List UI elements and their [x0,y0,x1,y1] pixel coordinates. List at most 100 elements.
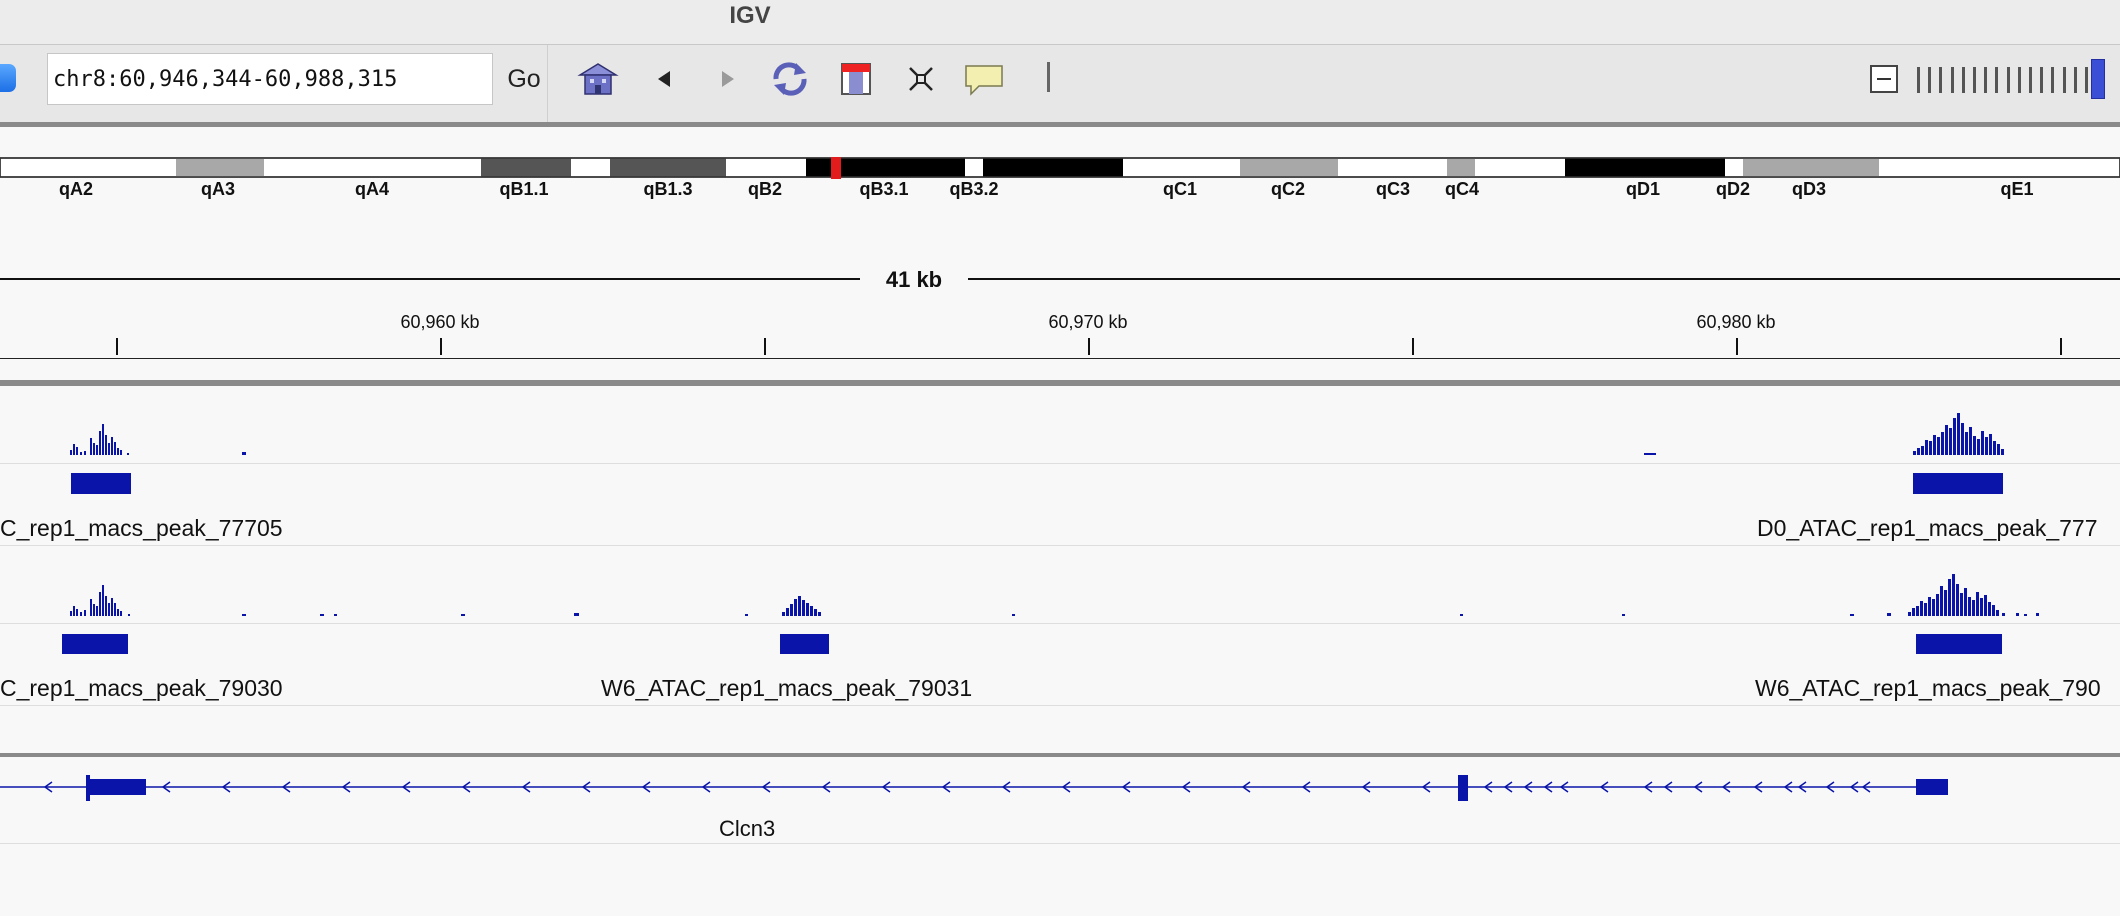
popup-info-button[interactable] [962,59,1006,99]
zoom-tick [1939,67,1943,93]
zoom-tick [1995,67,1999,93]
gene-label: Clcn3 [719,816,776,841]
arrow-right-icon [722,71,734,87]
zoom-tick [2051,67,2055,93]
zoom-tick [1973,67,1976,93]
data-panel: qA2 qA3 qA4 qB1.1 qB1.3 qB2 qB3.1 qB3.2 … [0,127,2120,916]
ruler-tick [2060,338,2062,355]
peak-label: D0_ATAC_rep1_macs_peak_777 [1757,515,2098,541]
band-label: qC3 [1375,179,1411,199]
speech-balloon-icon [965,65,1003,96]
peak-feature [780,634,829,654]
band-label: qC4 [1444,179,1480,199]
gene-track[interactable] [0,765,2120,825]
band-label: qC1 [1162,179,1198,199]
band-label: qD1 [1625,179,1661,199]
band-label: qE1 [2000,179,2034,199]
track-row-divider [0,623,2120,624]
band-label: qB2 [747,179,783,199]
back-button[interactable] [642,59,686,99]
peak-feature [71,473,131,494]
refresh-icon [773,62,807,96]
ruler-tick [764,338,766,355]
track-row-divider [0,843,2120,844]
band-label: qB3.2 [949,179,999,199]
zoom-tick [1950,67,1954,93]
zoom-tick [1984,67,1988,93]
track-row-divider [0,463,2120,464]
peak-feature [62,634,128,654]
peak-label: W6_ATAC_rep1_macs_peak_790 [1755,675,2101,701]
zoom-tick [2040,67,2044,93]
zoom-out-button[interactable] [1870,65,1898,93]
go-button[interactable]: Go [499,53,549,105]
exon [88,779,146,795]
exon [1458,775,1468,801]
resize-button[interactable] [899,59,943,99]
zoom-slider-thumb[interactable] [2091,59,2105,99]
forward-button[interactable] [706,59,750,99]
ruler-tick [440,338,442,355]
genome-dropdown[interactable] [0,64,16,92]
zoom-tick [1928,67,1932,93]
band-label: qA3 [200,179,236,199]
ruler-tick [1412,338,1414,355]
fit-window-icon [909,67,933,91]
peak-label: C_rep1_macs_peak_77705 [0,515,283,541]
band-label: qD2 [1715,179,1751,199]
exon [1916,779,1948,795]
ruler-baseline [0,358,2120,359]
title-bar: IGV [0,0,2120,45]
band-label: qB1.1 [499,179,549,199]
band-label: qD3 [1791,179,1827,199]
zoom-tick [1961,67,1965,93]
d0-signal-bars [70,413,2004,455]
band-label: qA2 [58,179,94,199]
current-region-marker [831,157,841,179]
band-label: qC2 [1270,179,1306,199]
home-icon [577,63,619,95]
zoom-tick [1917,67,1920,93]
peak-feature [1916,634,2002,654]
peak-feature [1913,473,2003,494]
panel-divider[interactable] [0,753,2120,757]
arrow-left-icon [658,71,670,87]
ruler-tick [116,338,118,355]
peak-label: C_rep1_macs_peak_79030 [0,675,283,701]
ruler-tick-label: 60,960 kb [400,312,480,332]
roi-button[interactable] [834,59,878,99]
toolbar-divider [547,45,548,122]
ruler-span-label: 41 kb [885,267,943,292]
zoom-tick [2062,67,2066,93]
ruler-tick [1088,338,1090,355]
ruler-tick [1736,338,1738,355]
panel-divider[interactable] [0,380,2120,386]
w6-atac-track[interactable] [0,570,2120,753]
ruler-span-line-right [968,278,2120,280]
band-label: qB3.1 [859,179,909,199]
ruler-span-line-left [0,278,860,280]
band-label: qA4 [354,179,390,199]
zoom-tick [2006,67,2010,93]
locus-input[interactable] [47,53,493,105]
home-button[interactable] [576,59,620,99]
ruler-tick-label: 60,970 kb [1048,312,1128,332]
zoom-tick [2085,67,2088,93]
zoom-slider[interactable] [1917,67,2117,93]
peak-label: W6_ATAC_rep1_macs_peak_79031 [601,675,973,701]
track-row-divider [0,545,2120,546]
zoom-tick [2073,67,2077,93]
toolbar: Go [0,45,2120,127]
zoom-tick [2029,67,2032,93]
track-row-divider [0,705,2120,706]
w6-signal-bars [70,574,2039,616]
toolbar-divider-bar [1047,62,1050,92]
zoom-tick [2017,67,2021,93]
region-of-interest-icon [841,63,871,95]
app-title: IGV [729,2,771,29]
chromosome-ideogram[interactable] [0,157,2120,179]
d0-atac-track[interactable] [0,410,2120,593]
refresh-button[interactable] [768,59,812,99]
band-label: qB1.3 [643,179,693,199]
ruler-tick-label: 60,980 kb [1696,312,1776,332]
